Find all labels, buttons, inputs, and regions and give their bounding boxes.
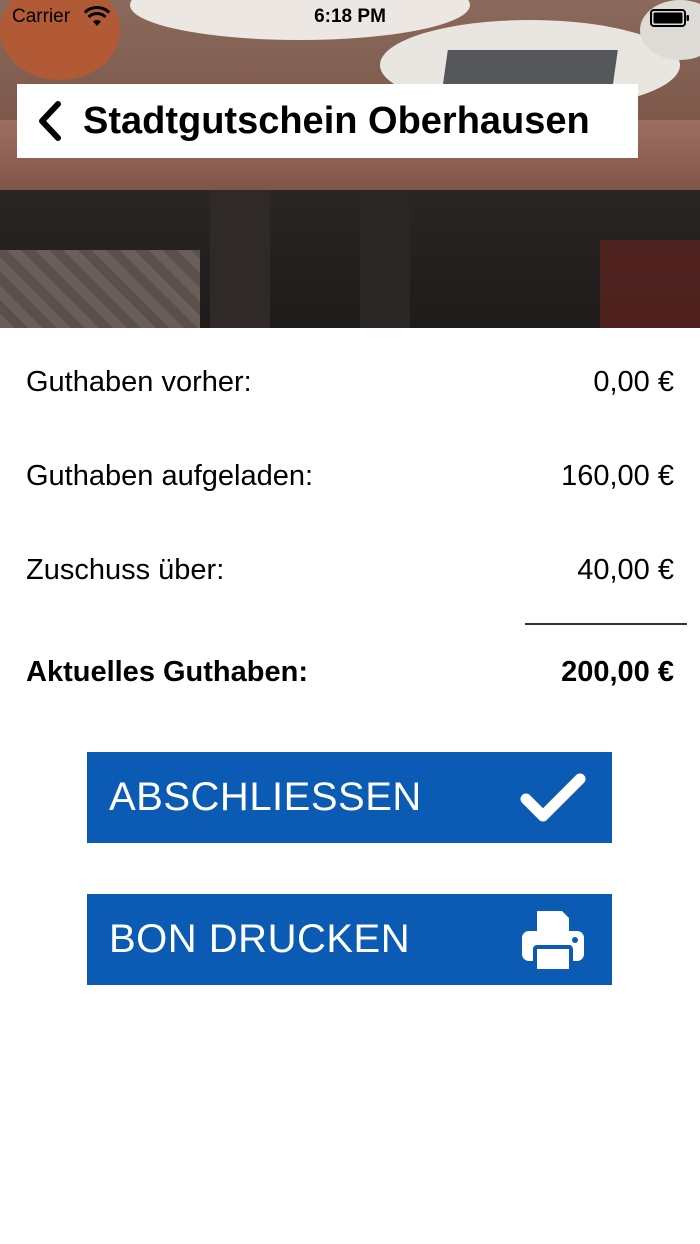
total-value: 200,00 € [561, 656, 674, 688]
row-value: 160,00 € [561, 460, 674, 492]
finish-button[interactable]: ABSCHLIESSEN [87, 752, 612, 843]
total-label: Aktuelles Guthaben: [26, 656, 308, 688]
checkmark-icon [520, 765, 586, 831]
battery-icon [650, 9, 689, 27]
chevron-left-icon[interactable] [29, 99, 69, 143]
row-value: 40,00 € [577, 554, 674, 586]
page-title: Stadtgutschein Oberhausen [83, 99, 590, 142]
sum-divider [525, 623, 687, 625]
screen: Carrier 6:18 PM Stadtgutschein Oberhause… [0, 0, 700, 1244]
balance-before-row: Guthaben vorher: 0,00 € [26, 366, 674, 399]
current-balance-row: Aktuelles Guthaben: 200,00 € [26, 656, 674, 689]
row-label: Zuschuss über: [26, 554, 225, 586]
finish-button-label: ABSCHLIESSEN [109, 775, 422, 819]
status-bar: Carrier 6:18 PM [0, 0, 700, 36]
print-receipt-button[interactable]: BON DRUCKEN [87, 894, 612, 985]
row-label: Guthaben aufgeladen: [26, 460, 314, 492]
row-label: Guthaben vorher: [26, 366, 252, 398]
row-value: 0,00 € [593, 366, 674, 398]
title-bar: Stadtgutschein Oberhausen [17, 84, 638, 158]
print-button-label: BON DRUCKEN [109, 917, 411, 961]
clock: 6:18 PM [314, 6, 386, 27]
printer-icon [520, 907, 586, 973]
header-photo [0, 0, 700, 328]
balance-loaded-row: Guthaben aufgeladen: 160,00 € [26, 460, 674, 493]
subsidy-row: Zuschuss über: 40,00 € [26, 554, 674, 587]
